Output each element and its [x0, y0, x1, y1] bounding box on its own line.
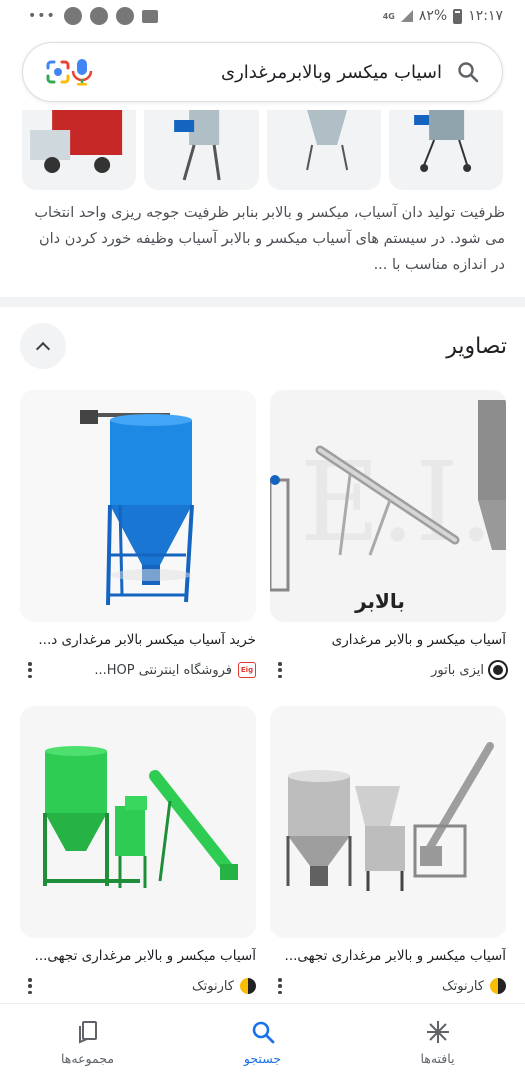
status-bar: ••• 4G ۸۲% ۱۲:۱۷ — [0, 0, 525, 32]
battery-icon — [453, 8, 463, 24]
result-image[interactable]: E.I.C بالابر — [270, 390, 506, 622]
image-result-title[interactable]: آسیاب میکسر و بالابر مرغداری تجهی... — [270, 948, 506, 968]
search-bar[interactable]: اسیاب میکسر وبالابرمرغداری — [22, 42, 503, 102]
nav-item-search[interactable]: جستجو — [203, 1019, 323, 1066]
image-result-source[interactable]: ایزی باتور — [431, 662, 506, 678]
more-options-icon[interactable] — [28, 978, 32, 994]
image-result-title[interactable]: آسیاب میکسر و بالابر مرغداری تجهی... — [20, 948, 256, 968]
site-favicon-icon — [240, 978, 256, 994]
result-image[interactable] — [270, 706, 506, 938]
signal-icon — [400, 10, 413, 22]
asterisk-icon — [425, 1019, 451, 1045]
search-input[interactable]: اسیاب میکسر وبالابرمرغداری — [123, 62, 456, 83]
image-result-source[interactable]: Eig فروشگاه اینترنتی HOP... — [94, 662, 256, 678]
bottom-navigation: مجموعه‌ها جستجو یافته‌ها — [0, 1003, 525, 1080]
web-result-thumbnails — [22, 110, 503, 190]
search-icon — [250, 1019, 276, 1045]
section-divider — [0, 297, 525, 307]
image-result-card[interactable]: آسیاب میکسر و بالابر مرغداری تجهی... کار… — [20, 706, 256, 996]
source-name: ایزی باتور — [431, 662, 484, 678]
status-system: 4G ۸۲% ۱۲:۱۷ — [383, 8, 503, 24]
more-options-icon[interactable] — [278, 662, 282, 678]
result-thumbnail[interactable] — [388, 110, 503, 190]
result-thumbnail[interactable] — [144, 110, 259, 190]
image-result-card[interactable]: آسیاب میکسر و بالابر مرغداری تجهی... کار… — [270, 706, 506, 996]
app-icon — [89, 7, 108, 25]
result-snippet: ظرفیت تولید دان آسیاب، میکسر و بالابر بن… — [34, 205, 505, 273]
lens-icon[interactable] — [45, 59, 71, 85]
result-thumbnail[interactable] — [22, 110, 137, 190]
message-icon — [141, 9, 158, 23]
network-type: 4G — [382, 11, 395, 21]
source-name: کارنوتک — [441, 978, 484, 994]
more-options-icon[interactable] — [278, 978, 282, 994]
source-name: فروشگاه اینترنتی HOP... — [94, 662, 232, 678]
status-notifications: ••• — [28, 7, 158, 25]
collections-icon — [75, 1019, 101, 1045]
app-icon — [63, 7, 82, 25]
chevron-up-icon — [35, 341, 51, 356]
result-image[interactable] — [20, 390, 256, 622]
image-result-card[interactable]: خرید آسیاب میکسر بالابر مرغداری د... Eig… — [20, 390, 256, 680]
clock: ۱۲:۱۷ — [468, 8, 503, 24]
site-favicon-icon — [490, 662, 506, 678]
battery-percent: ۸۲% — [418, 8, 448, 24]
site-favicon-icon — [490, 978, 506, 994]
image-result-source[interactable]: کارنوتک — [192, 978, 256, 994]
search-icon[interactable] — [456, 60, 480, 84]
images-section-header: تصاویر — [20, 320, 507, 372]
nav-item-discover[interactable]: یافته‌ها — [378, 1019, 498, 1066]
more-options-icon[interactable] — [28, 662, 32, 678]
image-result-title[interactable]: خرید آسیاب میکسر بالابر مرغداری د... — [20, 632, 256, 652]
image-result-card[interactable]: E.I.C بالابر آسیاب میکسر و بالابر مرغدار… — [270, 390, 506, 680]
nav-label: یافته‌ها — [420, 1050, 455, 1066]
images-section-title: تصاویر — [446, 333, 507, 359]
nav-label: جستجو — [243, 1050, 282, 1066]
collapse-button[interactable] — [20, 323, 66, 369]
result-thumbnail[interactable] — [266, 110, 381, 190]
nav-item-collections[interactable]: مجموعه‌ها — [28, 1019, 148, 1066]
mic-icon[interactable] — [71, 58, 93, 86]
nav-label: مجموعه‌ها — [61, 1050, 115, 1066]
source-name: کارنوتک — [191, 978, 234, 994]
image-result-source[interactable]: کارنوتک — [442, 978, 506, 994]
more-notifications-icon: ••• — [28, 8, 56, 24]
overlay-label: بالابر — [354, 589, 405, 613]
image-result-title[interactable]: آسیاب میکسر و بالابر مرغداری — [270, 632, 506, 652]
result-image[interactable] — [20, 706, 256, 938]
site-favicon-icon: Eig — [238, 662, 256, 678]
app-icon — [115, 7, 134, 25]
